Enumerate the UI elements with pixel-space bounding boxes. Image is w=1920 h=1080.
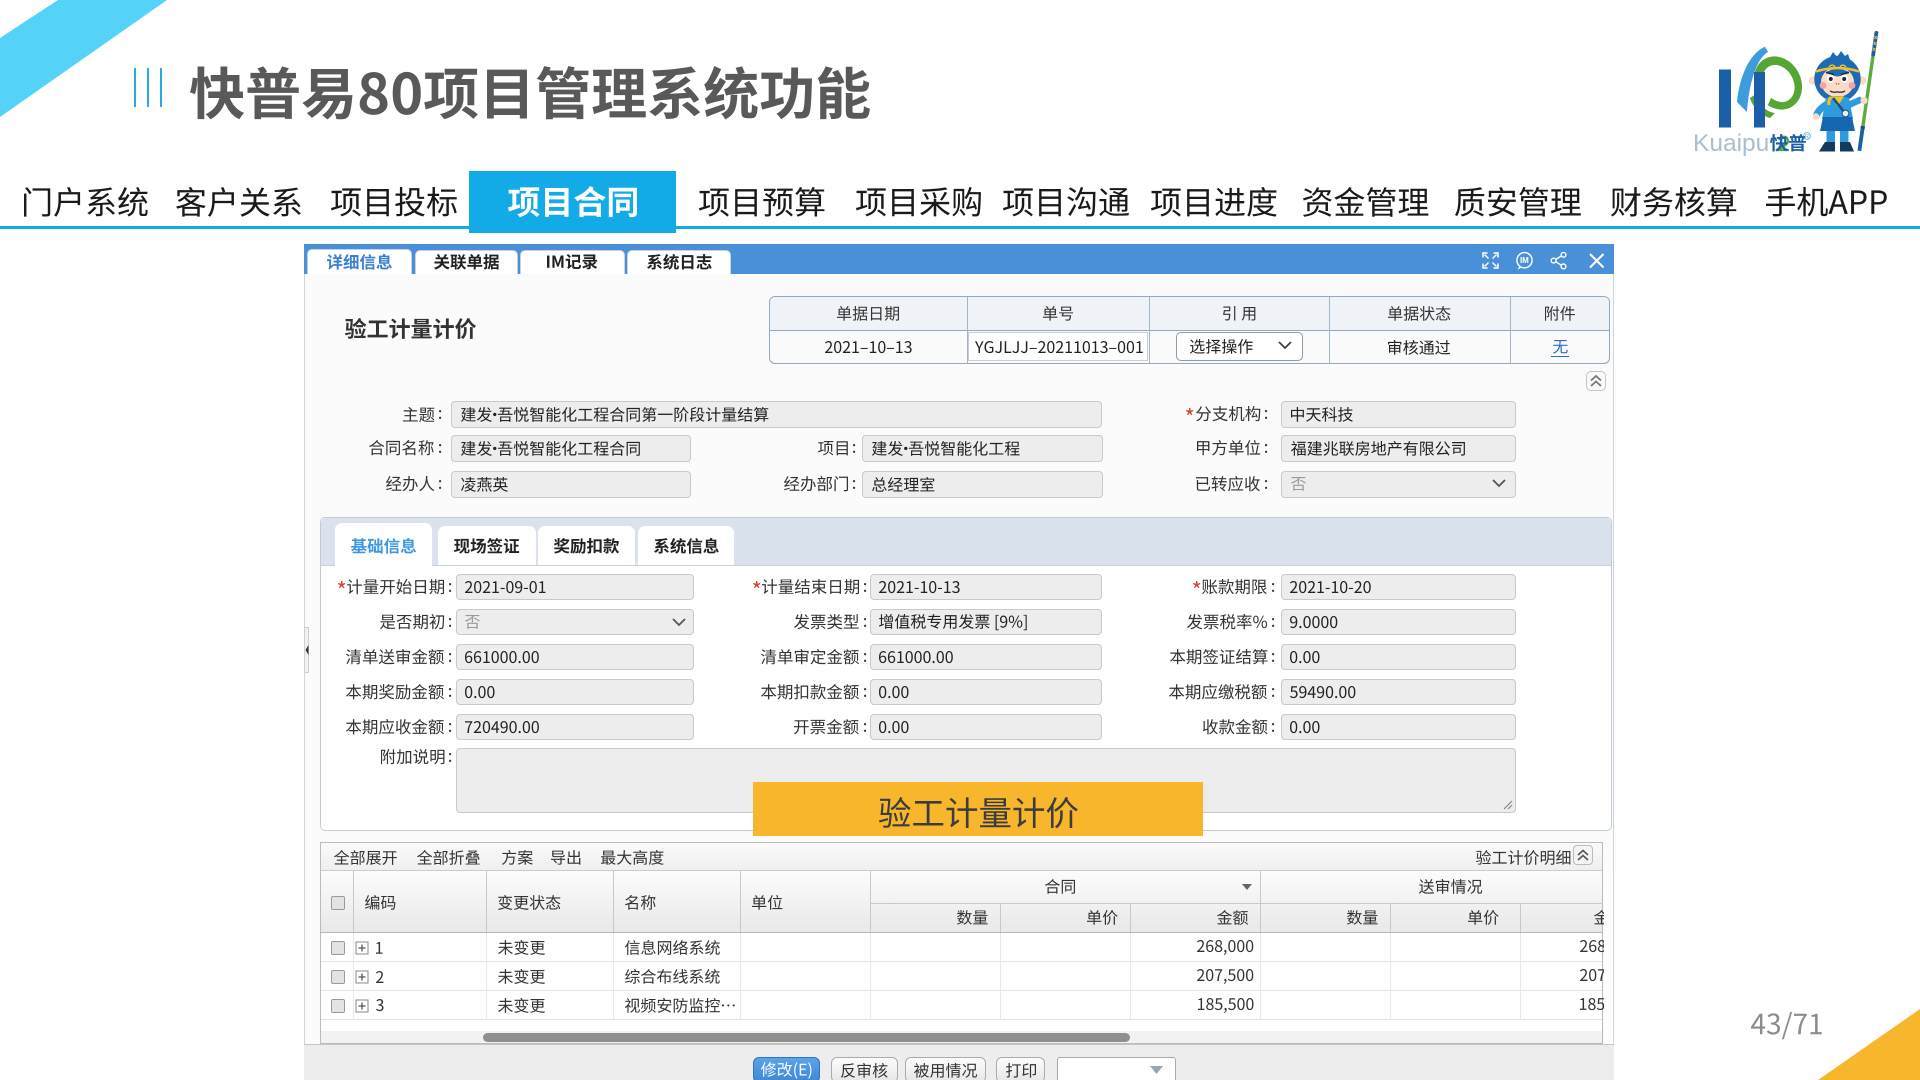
svg-text:IM: IM (1520, 256, 1529, 265)
svg-text:Kuaipu: Kuaipu (1693, 130, 1769, 157)
